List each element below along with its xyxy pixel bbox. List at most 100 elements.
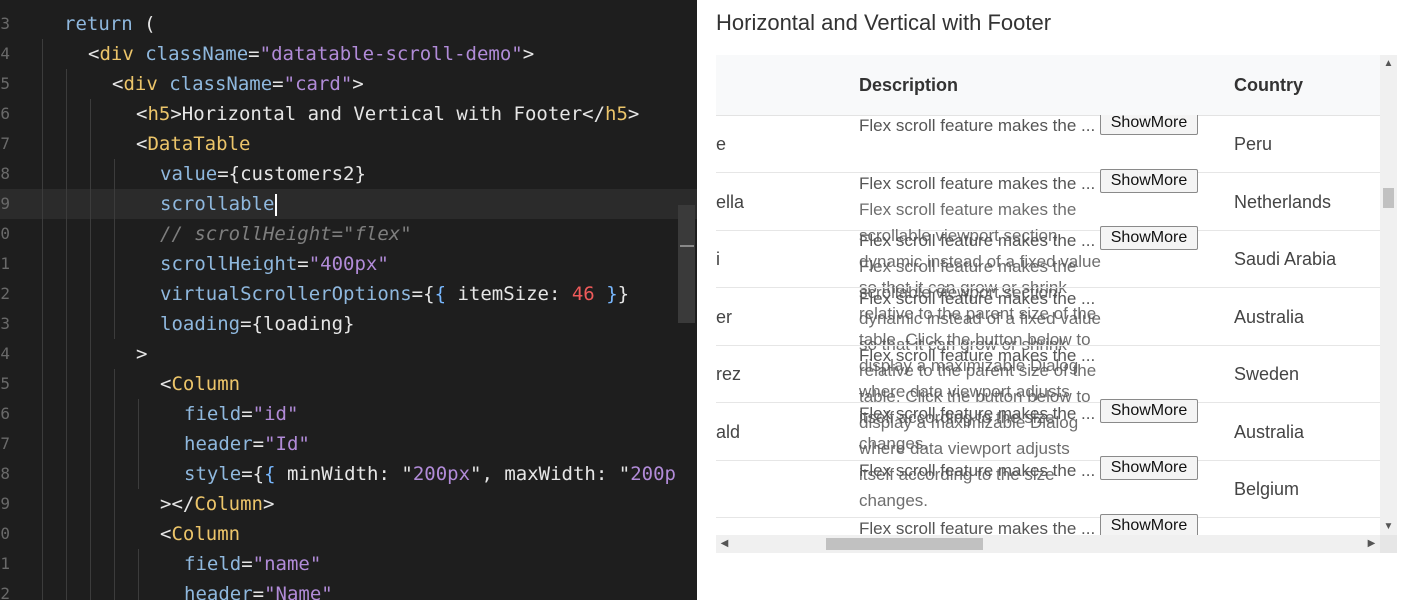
horizontal-scrollbar[interactable]: ◀ ▶: [716, 535, 1397, 553]
indent-guide: [114, 279, 115, 309]
show-more-button[interactable]: ShowMore: [1100, 456, 1198, 480]
show-more-button[interactable]: ShowMore: [1100, 168, 1198, 193]
code-line[interactable]: 5 <div className="card">: [0, 69, 697, 99]
code-line[interactable]: 8 style={{ minWidth: "200px", maxWidth: "…: [0, 459, 697, 489]
scroll-down-icon[interactable]: ▼: [1380, 518, 1397, 535]
code-text: field="name": [184, 549, 321, 579]
cell-country: Peru: [1234, 134, 1273, 154]
code-token: (: [144, 13, 156, 35]
table-row[interactable]: ald Flex scroll feature makes the ... Show…: [716, 398, 1380, 461]
code-token: "datatable-scroll-demo": [259, 43, 523, 65]
preview-pane: Horizontal and Vertical with Footer Desc…: [697, 0, 1413, 600]
code-text: <Column: [160, 369, 240, 399]
code-line[interactable]: 2 header="Name": [0, 579, 697, 600]
code-line[interactable]: 1 field="name": [0, 549, 697, 579]
indent-guide: [114, 579, 115, 600]
code-token: >Horizontal and Vertical with Footer</: [170, 103, 606, 125]
code-token: ={customers2}: [217, 163, 366, 185]
code-line[interactable]: 7 header="Id": [0, 429, 697, 459]
scroll-up-icon[interactable]: ▲: [1380, 55, 1397, 72]
indent-guide: [42, 159, 43, 189]
code-line[interactable]: 4 >: [0, 339, 697, 369]
indent-guide: [114, 459, 115, 489]
code-editor[interactable]: 3 return (4 <div className="datatable-scro…: [0, 0, 697, 600]
indent-guide: [90, 399, 91, 429]
code-line[interactable]: 5 <Column: [0, 369, 697, 399]
code-token: scrollHeight: [160, 253, 298, 275]
code-token: "400px": [308, 253, 389, 275]
code-line[interactable]: 0 // scrollHeight="flex": [0, 219, 697, 249]
code-line[interactable]: 9 ></Column>: [0, 489, 697, 519]
code-text: <div className="datatable-scroll-demo">: [88, 39, 534, 69]
code-line[interactable]: 2 virtualScrollerOptions={{ itemSize: 46 …: [0, 279, 697, 309]
indent-guide: [90, 189, 91, 219]
code-text: <Column: [160, 519, 240, 549]
table-row[interactable]: e Flex scroll feature makes the ... ShowMo…: [716, 115, 1380, 173]
code-line[interactable]: 0 <Column: [0, 519, 697, 549]
code-line[interactable]: 6 <h5>Horizontal and Vertical with Footer…: [0, 99, 697, 129]
code-token: "Id": [264, 433, 310, 455]
code-token: scrollable: [160, 193, 275, 215]
indent-guide: [42, 189, 43, 219]
code-text: loading={loading}: [160, 309, 354, 339]
vertical-scrollbar[interactable]: ▲ ▼: [1380, 55, 1397, 535]
code-text: <DataTable: [136, 129, 250, 159]
indent-guide: [42, 489, 43, 519]
code-text: header="Id": [184, 429, 310, 459]
line-number: 1: [0, 254, 10, 273]
cell-description: Flex scroll feature makes the ...: [859, 401, 1104, 427]
table-row[interactable]: rez Flex scroll feature makes the ... Swed…: [716, 345, 1380, 403]
indent-guide: [138, 579, 139, 600]
cell-country: Belgium: [1234, 479, 1300, 499]
line-number: 5: [0, 74, 10, 93]
line-number: 7: [0, 434, 10, 453]
code-text: style={{ minWidth: "200px", maxWidth: "2…: [184, 459, 676, 489]
table-row[interactable]: Flex scroll feature makes the ... ShowMor…: [716, 456, 1380, 518]
code-text: <h5>Horizontal and Vertical with Footer<…: [136, 99, 639, 129]
column-header-description[interactable]: Description: [859, 75, 958, 96]
column-header-country[interactable]: Country: [1234, 75, 1303, 96]
indent-guide: [90, 309, 91, 339]
show-more-button[interactable]: ShowMore: [1100, 226, 1198, 250]
code-line[interactable]: 1 scrollHeight="400px": [0, 249, 697, 279]
indent-guide: [114, 519, 115, 549]
indent-guide: [66, 399, 67, 429]
code-token: h5: [605, 103, 628, 125]
indent-guide: [138, 429, 139, 459]
indent-guide: [114, 369, 115, 399]
description-truncated: Flex scroll feature makes the ...: [859, 346, 1096, 365]
horizontal-scroll-thumb[interactable]: [826, 538, 983, 550]
code-line[interactable]: 8 value={customers2}: [0, 159, 697, 189]
table-row[interactable]: Flex scroll feature makes the ... ShowMor…: [716, 513, 1380, 535]
scroll-left-icon[interactable]: ◀: [716, 535, 733, 553]
cell-country: Australia: [1234, 421, 1305, 442]
indent-guide: [114, 159, 115, 189]
code-line[interactable]: 6 field="id": [0, 399, 697, 429]
table-row[interactable]: i Flex scroll feature makes the ... Flex s…: [716, 226, 1380, 510]
code-line[interactable]: 3 loading={loading}: [0, 309, 697, 339]
indent-guide: [90, 279, 91, 309]
show-more-button[interactable]: ShowMore: [1100, 398, 1198, 423]
vertical-scroll-thumb[interactable]: [1383, 188, 1394, 208]
show-more-button[interactable]: ShowMore: [1100, 513, 1198, 535]
description-truncated: Flex scroll feature makes the ...: [859, 231, 1096, 250]
scroll-right-icon[interactable]: ▶: [1363, 535, 1380, 553]
code-line[interactable]: 3 return (: [0, 9, 697, 39]
table-body[interactable]: e Flex scroll feature makes the ... ShowMo…: [716, 115, 1380, 535]
cell-description: Flex scroll feature makes the ...: [859, 343, 1104, 369]
table-row[interactable]: er Flex scroll feature makes the ... Austr…: [716, 288, 1380, 346]
table-row[interactable]: ella Flex scroll feature makes the ... Fle…: [716, 168, 1380, 453]
code-line[interactable]: 7 <DataTable: [0, 129, 697, 159]
description-truncated: Flex scroll feature makes the ...: [859, 173, 1096, 193]
editor-scrollbar[interactable]: [678, 205, 695, 323]
indent-guide: [66, 519, 67, 549]
code-line[interactable]: 9 scrollable: [0, 189, 697, 219]
code-text: scrollHeight="400px": [160, 249, 389, 279]
indent-guide: [114, 189, 115, 219]
code-token: field: [184, 403, 242, 425]
code-line[interactable]: 4 <div className="datatable-scroll-demo">: [0, 39, 697, 69]
line-number: 6: [0, 404, 10, 423]
show-more-button[interactable]: ShowMore: [1100, 115, 1198, 135]
line-number: 4: [0, 344, 10, 363]
code-token: minWidth:: [275, 463, 402, 485]
